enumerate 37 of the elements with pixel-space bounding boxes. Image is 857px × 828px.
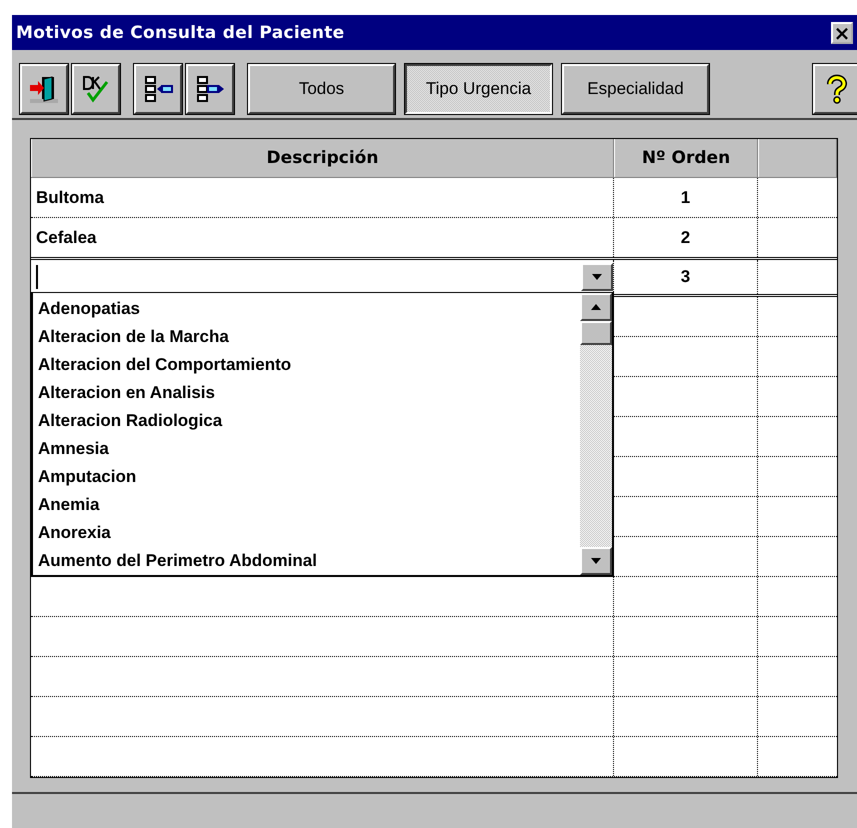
caret-up-icon [591, 304, 601, 310]
list-item[interactable]: Alteracion Radiologica [33, 407, 580, 435]
list-item[interactable]: Anorexia [33, 519, 580, 547]
caret-down-icon [592, 274, 602, 280]
scroll-thumb[interactable] [580, 321, 612, 345]
dropdown-button[interactable] [581, 263, 613, 291]
tree-left-arrow-button[interactable] [134, 64, 182, 114]
list-item[interactable]: Anemia [33, 491, 580, 519]
column-header[interactable]: Descripción [31, 139, 614, 177]
window-title: Motivos de Consulta del Paciente [16, 22, 344, 42]
filter-button[interactable]: Especialidad [562, 64, 709, 114]
list-item[interactable]: Amputacion [33, 463, 580, 491]
filter-button[interactable]: Tipo Urgencia [405, 64, 552, 114]
list-item[interactable]: Aumento del Perimetro Abdominal [33, 547, 580, 575]
text-cursor [36, 265, 38, 289]
list-item[interactable]: Alteracion del Comportamiento [33, 351, 580, 379]
door-arrow-button[interactable] [20, 64, 68, 114]
column-header[interactable]: Nº Orden [614, 139, 758, 177]
table-cell: Cefalea [31, 218, 614, 257]
question-mark-button[interactable] [813, 64, 857, 114]
tree-right-arrow-button[interactable] [186, 64, 234, 114]
ok-check-button[interactable] [72, 64, 120, 114]
tree-right-arrow-icon [194, 73, 226, 105]
table-cell: Bultoma [31, 178, 614, 217]
scrollbar[interactable] [580, 293, 612, 575]
table-cell: 1 [614, 178, 758, 217]
tree-left-arrow-icon [142, 73, 174, 105]
filter-button[interactable]: Todos [248, 64, 395, 114]
scroll-up-button[interactable] [580, 293, 612, 321]
scroll-down-button[interactable] [580, 547, 612, 575]
list-item[interactable]: Alteracion de la Marcha [33, 323, 580, 351]
list-item[interactable]: Amnesia [33, 435, 580, 463]
caret-down-icon [591, 558, 601, 564]
list-item[interactable]: Alteracion en Analisis [33, 379, 580, 407]
table-cell: 2 [614, 218, 758, 257]
list-item[interactable]: Adenopatias [33, 295, 580, 323]
close-button[interactable]: × [831, 22, 853, 44]
